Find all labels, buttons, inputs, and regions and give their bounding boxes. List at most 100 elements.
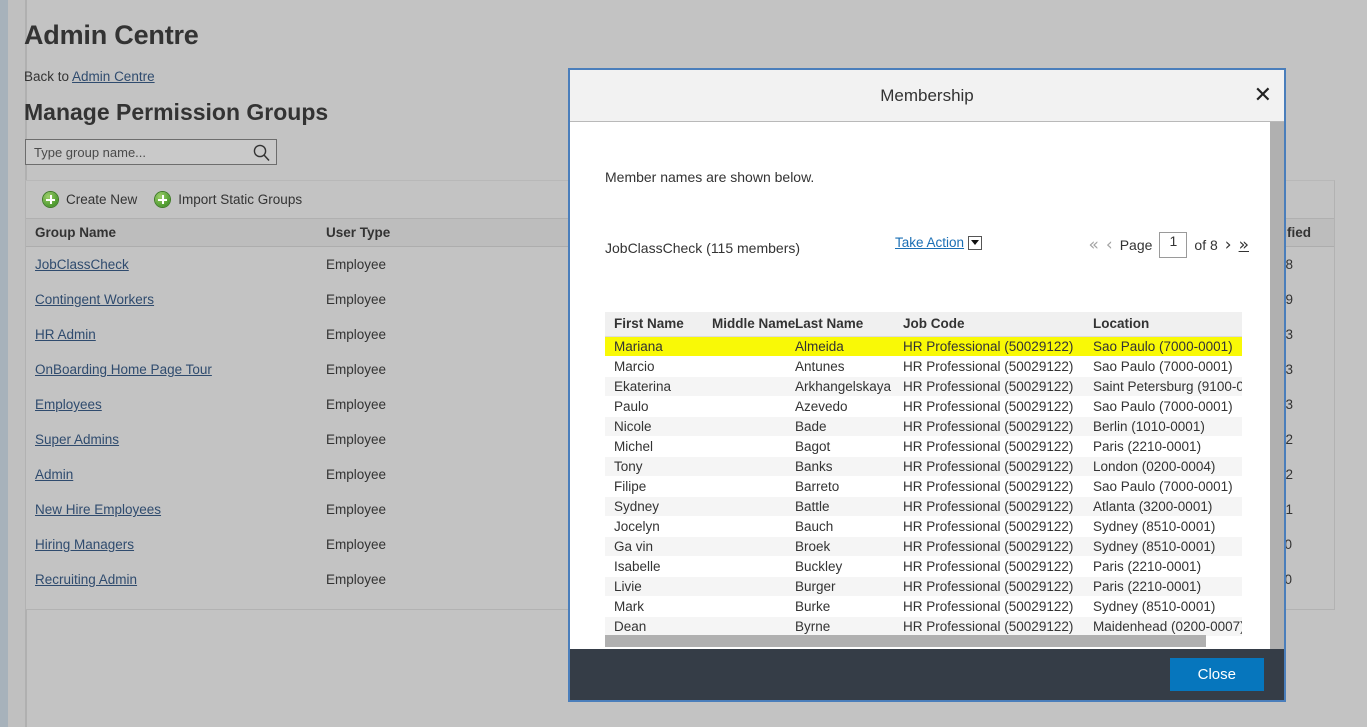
breadcrumb-link-admin-centre[interactable]: Admin Centre (72, 69, 155, 84)
table-row[interactable]: Jocelyn Bauch HR Professional (50029122) Sy… (605, 516, 1242, 537)
group-name-cell: New Hire Employees (26, 502, 326, 517)
job-code-cell: HR Professional (50029122) (894, 396, 1084, 417)
table-row[interactable]: Ga vin Broek HR Professional (50029122) Syd… (605, 536, 1242, 557)
middle-name-cell (703, 476, 786, 497)
middle-name-cell (703, 496, 786, 517)
group-name-link[interactable]: Super Admins (35, 432, 119, 447)
table-row[interactable]: Dean Byrne HR Professional (50029122) Maide… (605, 616, 1242, 637)
section-title: Manage Permission Groups (24, 99, 329, 125)
job-code-cell: HR Professional (50029122) (894, 356, 1084, 377)
page-title: Admin Centre (24, 20, 199, 50)
table-row[interactable]: Mark Burke HR Professional (50029122) Sydne… (605, 596, 1242, 617)
first-name-cell: Livie (605, 576, 703, 597)
first-name-cell: Sydney (605, 496, 703, 517)
last-name-cell: Byrne (786, 616, 894, 637)
last-name-cell: Azevedo (786, 396, 894, 417)
group-name-link[interactable]: New Hire Employees (35, 502, 161, 517)
import-static-groups-button[interactable]: Import Static Groups (155, 192, 302, 207)
last-name-cell: Almeida (786, 336, 894, 357)
next-page-button[interactable]: › (1225, 236, 1232, 254)
modal-header: Membership ✕ (570, 70, 1284, 122)
modal-footer: Close (570, 649, 1284, 700)
take-action-menu[interactable]: Take Action (895, 235, 983, 250)
left-rail (0, 0, 8, 727)
last-name-cell: Antunes (786, 356, 894, 377)
horizontal-scrollbar[interactable] (605, 635, 1206, 647)
column-header-location: Location (1084, 312, 1242, 337)
group-name-cell: Recruiting Admin (26, 572, 326, 587)
plus-circle-icon (155, 192, 171, 207)
location-cell: Paris (2210-0001) (1084, 436, 1242, 457)
vertical-scrollbar-thumb[interactable] (1270, 122, 1284, 562)
table-row[interactable]: Tony Banks HR Professional (50029122) Londo… (605, 456, 1242, 477)
table-row[interactable]: Mariana Almeida HR Professional (50029122)… (605, 336, 1242, 357)
group-name-cell: Admin (26, 467, 326, 482)
first-name-cell: Nicole (605, 416, 703, 437)
table-row[interactable]: Ekaterina Arkhangelskaya HR Professional (… (605, 376, 1242, 397)
table-row[interactable]: Livie Burger HR Professional (50029122) Par… (605, 576, 1242, 597)
last-name-cell: Burger (786, 576, 894, 597)
table-row[interactable]: Nicole Bade HR Professional (50029122) Berl… (605, 416, 1242, 437)
table-row[interactable]: Paulo Azevedo HR Professional (50029122) Sa… (605, 396, 1242, 417)
last-name-cell: Arkhangelskaya (786, 376, 894, 397)
create-new-button[interactable]: Create New (43, 192, 137, 207)
location-cell: London (0200-0004) (1084, 456, 1242, 477)
job-code-cell: HR Professional (50029122) (894, 496, 1084, 517)
location-cell: Sao Paulo (7000-0001) (1084, 476, 1242, 497)
take-action-label[interactable]: Take Action (895, 235, 964, 250)
column-header-middle-name: Middle Name (703, 312, 795, 337)
group-name-link[interactable]: JobClassCheck (35, 257, 129, 272)
group-name-link[interactable]: Contingent Workers (35, 292, 154, 307)
job-code-cell: HR Professional (50029122) (894, 576, 1084, 597)
last-name-cell: Broek (786, 536, 894, 557)
location-cell: Sydney (8510-0001) (1084, 516, 1242, 537)
location-cell: Sydney (8510-0001) (1084, 596, 1242, 617)
vertical-scrollbar[interactable] (1270, 122, 1284, 649)
last-page-button[interactable]: » (1239, 236, 1249, 254)
job-code-cell: HR Professional (50029122) (894, 376, 1084, 397)
breadcrumb-prefix: Back to (24, 69, 70, 84)
previous-page-button[interactable]: ‹ (1106, 236, 1113, 254)
middle-name-cell (703, 416, 786, 437)
group-name-link[interactable]: Hiring Managers (35, 537, 134, 552)
middle-name-cell (703, 456, 786, 477)
close-button[interactable]: Close (1169, 658, 1264, 691)
table-row[interactable]: Michel Bagot HR Professional (50029122) Par… (605, 436, 1242, 457)
last-name-cell: Burke (786, 596, 894, 617)
table-row[interactable]: Filipe Barreto HR Professional (50029122) S… (605, 476, 1242, 497)
table-row[interactable]: Isabelle Buckley HR Professional (50029122… (605, 556, 1242, 577)
close-icon[interactable]: ✕ (1254, 84, 1272, 107)
table-row[interactable]: Sydney Battle HR Professional (50029122) At… (605, 496, 1242, 517)
group-name-cell: Contingent Workers (26, 292, 326, 307)
chevron-down-icon[interactable] (968, 235, 983, 250)
table-row[interactable]: Marcio Antunes HR Professional (50029122) S… (605, 356, 1242, 377)
last-name-cell: Barreto (786, 476, 894, 497)
middle-name-cell (703, 516, 786, 537)
group-name-cell: Super Admins (26, 432, 326, 447)
horizontal-scrollbar-thumb[interactable] (605, 635, 1206, 647)
job-code-cell: HR Professional (50029122) (894, 536, 1084, 557)
last-name-cell: Bagot (786, 436, 894, 457)
group-name-cell: HR Admin (26, 327, 326, 342)
group-name-link[interactable]: Employees (35, 397, 102, 412)
first-page-button[interactable]: « (1089, 236, 1099, 254)
group-name-cell: Employees (26, 397, 326, 412)
group-name-link[interactable]: HR Admin (35, 327, 96, 342)
search-icon[interactable] (246, 143, 276, 162)
page-number-input[interactable]: 1 (1159, 232, 1188, 258)
middle-name-cell (703, 376, 786, 397)
job-code-cell: HR Professional (50029122) (894, 456, 1084, 477)
group-name-link[interactable]: OnBoarding Home Page Tour (35, 362, 212, 377)
search-input[interactable]: Type group name... (26, 145, 246, 160)
job-code-cell: HR Professional (50029122) (894, 336, 1084, 357)
first-name-cell: Ekaterina (605, 376, 703, 397)
middle-name-cell (703, 336, 786, 357)
group-name-cell: OnBoarding Home Page Tour (26, 362, 326, 377)
middle-name-cell (703, 576, 786, 597)
search-box[interactable]: Type group name... (25, 139, 277, 165)
group-name-link[interactable]: Admin (35, 467, 73, 482)
group-name-link[interactable]: Recruiting Admin (35, 572, 137, 587)
group-name-cell: Hiring Managers (26, 537, 326, 552)
first-name-cell: Dean (605, 616, 703, 637)
membership-modal: Membership ✕ Member names are shown belo… (568, 68, 1286, 702)
